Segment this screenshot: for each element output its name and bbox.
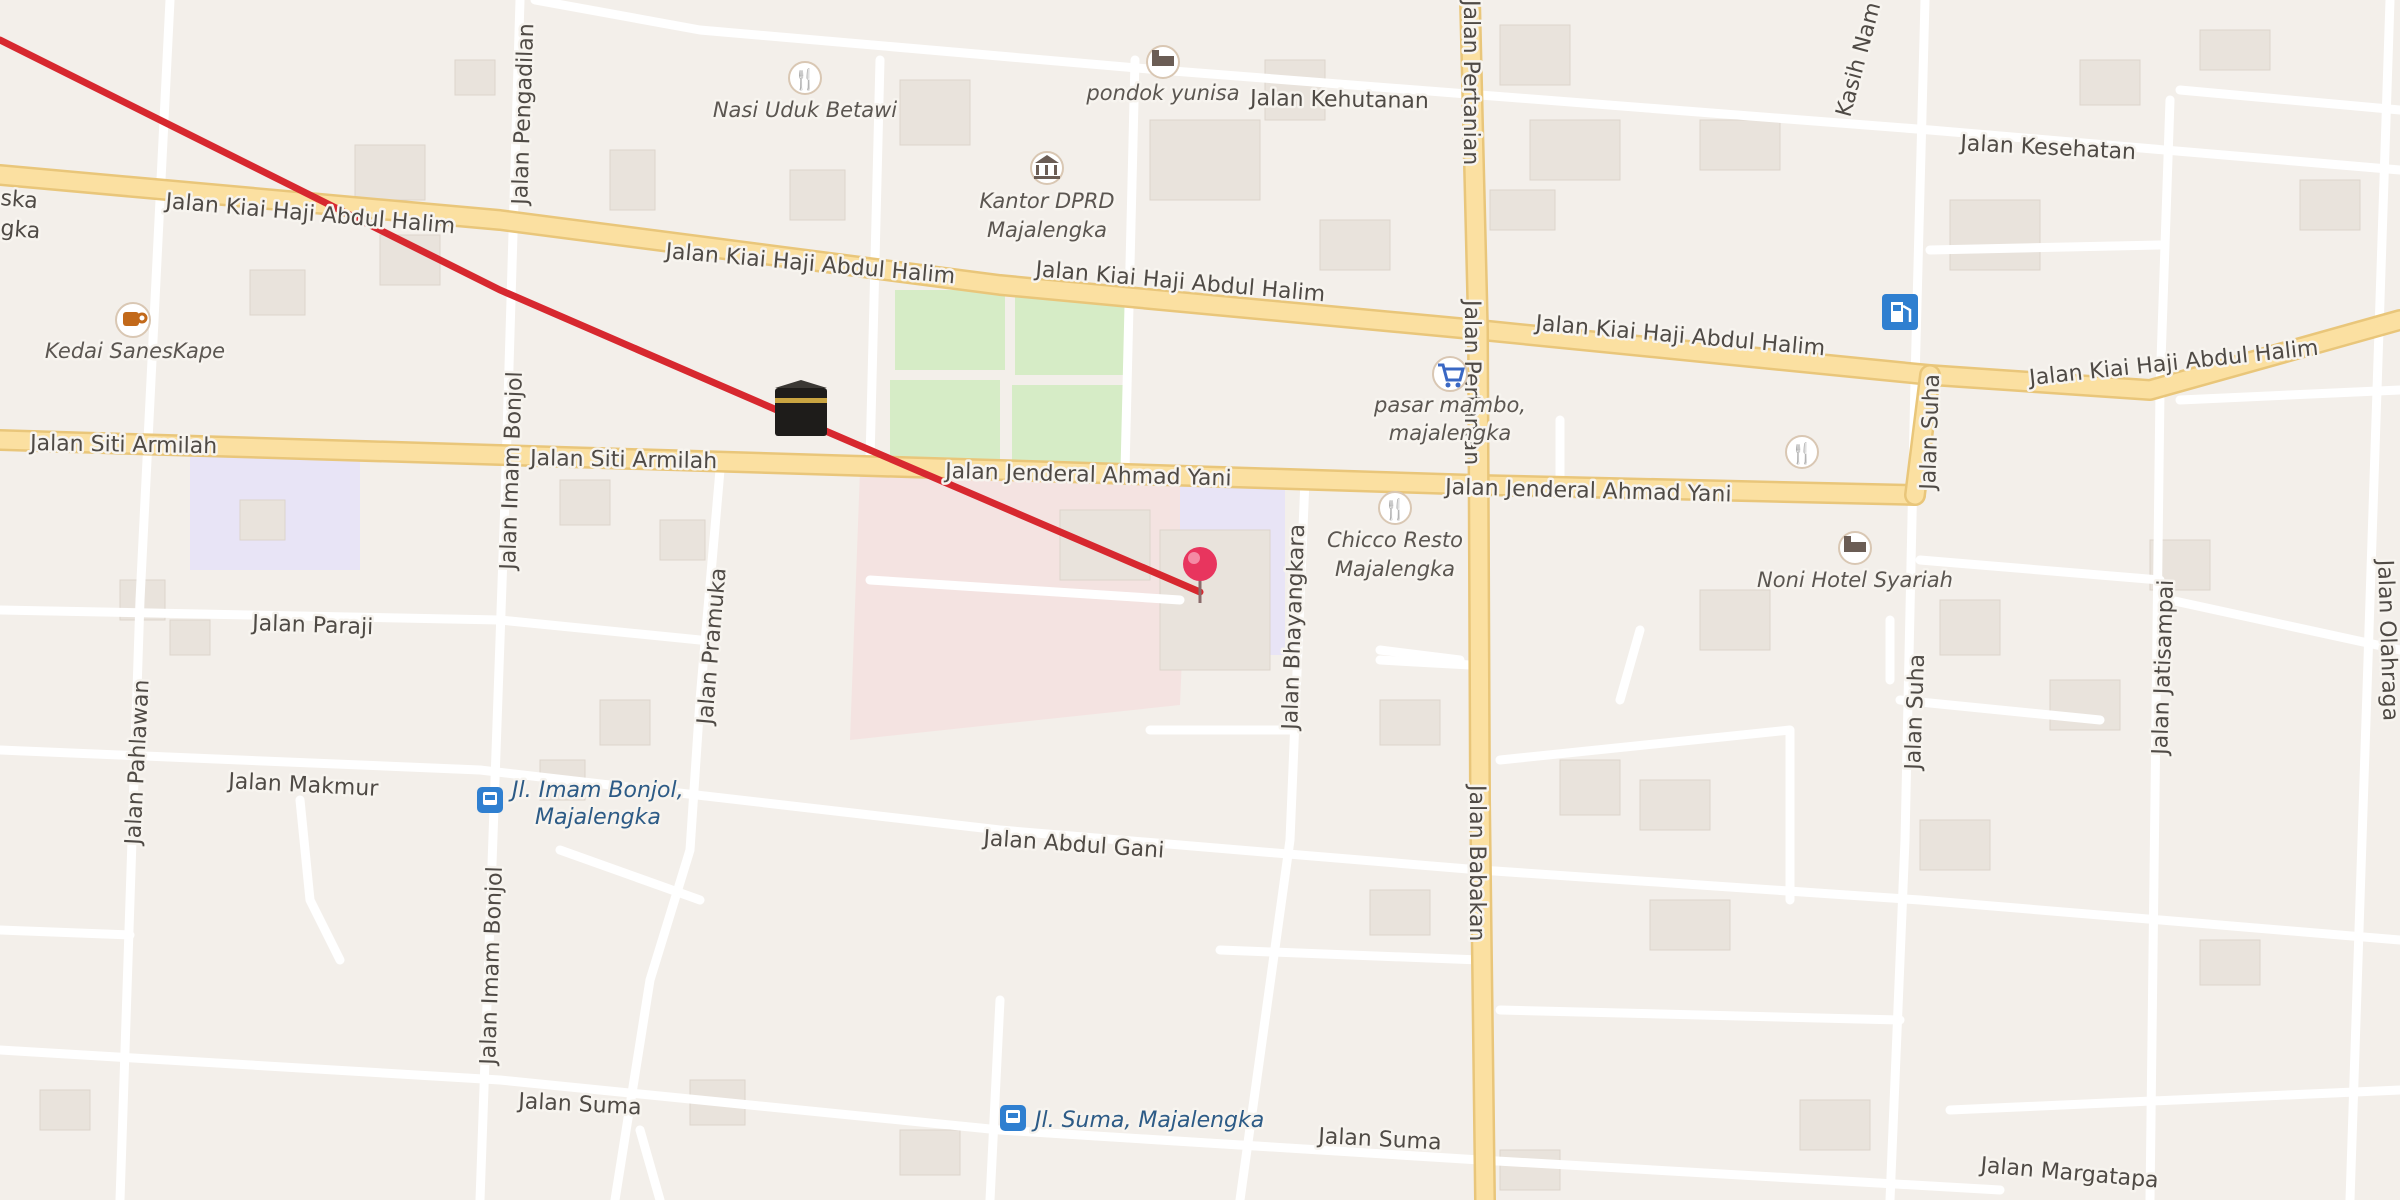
government-building-icon <box>1030 151 1064 185</box>
transit-label-suma: Jl. Suma, Majalengka <box>1031 1108 1264 1133</box>
lodging-icon <box>1838 531 1872 565</box>
poi-label-pasar-line2: majalengka <box>1389 421 1511 445</box>
poi-unnamed-restaurant[interactable]: 🍴 <box>1785 435 1819 469</box>
svg-text:🍴: 🍴 <box>793 67 818 91</box>
map-canvas[interactable]: Jalan Kiai Haji Abdul Halim Jalan Kiai H… <box>0 0 2400 1200</box>
kaaba-icon <box>775 380 827 436</box>
fuel-station-icon <box>1882 294 1918 330</box>
svg-text:🍴: 🍴 <box>1383 497 1408 521</box>
road-label-suha-1: Jalan Suha <box>1916 374 1945 493</box>
poi-label-kedai: Kedai SanesKape <box>45 339 225 363</box>
road-label-paraji: Jalan Paraji <box>250 611 374 640</box>
road-label-ska: ska <box>0 186 39 214</box>
lodging-icon <box>1146 45 1180 79</box>
bus-stop-icon <box>1000 1105 1026 1131</box>
poi-fuel-station[interactable] <box>1882 294 1918 330</box>
poi-label-noni: Noni Hotel Syariah <box>1757 568 1953 592</box>
transit-stop-suma[interactable]: Jl. Suma, Majalengka <box>1000 1105 1267 1136</box>
restaurant-icon: 🍴 <box>1785 435 1819 469</box>
road-label-pertanian-top: Jalan Pertanian <box>1458 0 1483 165</box>
poi-label-nasi-uduk: Nasi Uduk Betawi <box>713 98 897 122</box>
shopping-cart-icon <box>1432 356 1468 392</box>
restaurant-icon: 🍴 <box>1378 491 1412 525</box>
svg-text:🍴: 🍴 <box>1790 441 1815 465</box>
road-label-babakan: Jalan Babakan <box>1464 783 1489 941</box>
poi-label-dprd-line2: Majalengka <box>987 218 1107 242</box>
poi-label-chicco-line1: Chicco Resto <box>1327 528 1463 552</box>
poi-label-dprd-line1: Kantor DPRD <box>979 189 1114 213</box>
cafe-icon <box>115 302 151 338</box>
poi-label-pondok-yunisa: pondok yunisa <box>1085 81 1239 105</box>
restaurant-icon: 🍴 <box>788 61 822 95</box>
bus-stop-icon <box>477 787 503 813</box>
road-label-suha-2: Jalan Suha <box>1901 654 1930 773</box>
poi-label-chicco-line2: Majalengka <box>1335 557 1455 581</box>
poi-kaaba[interactable] <box>775 380 827 436</box>
road-label-kehutanan: Jalan Kehutanan <box>1248 86 1429 114</box>
road-label-gka: gka <box>0 216 41 244</box>
road-label-siti-armilah-1: Jalan Siti Armilah <box>28 431 218 459</box>
transit-label-imam-bonjol-2: Majalengka <box>535 805 661 830</box>
transit-label-imam-bonjol-1: Jl. Imam Bonjol, <box>508 778 684 803</box>
road-label-siti-armilah-2: Jalan Siti Armilah <box>528 446 718 474</box>
poi-label-pasar-line1: pasar mambo, <box>1373 393 1526 417</box>
